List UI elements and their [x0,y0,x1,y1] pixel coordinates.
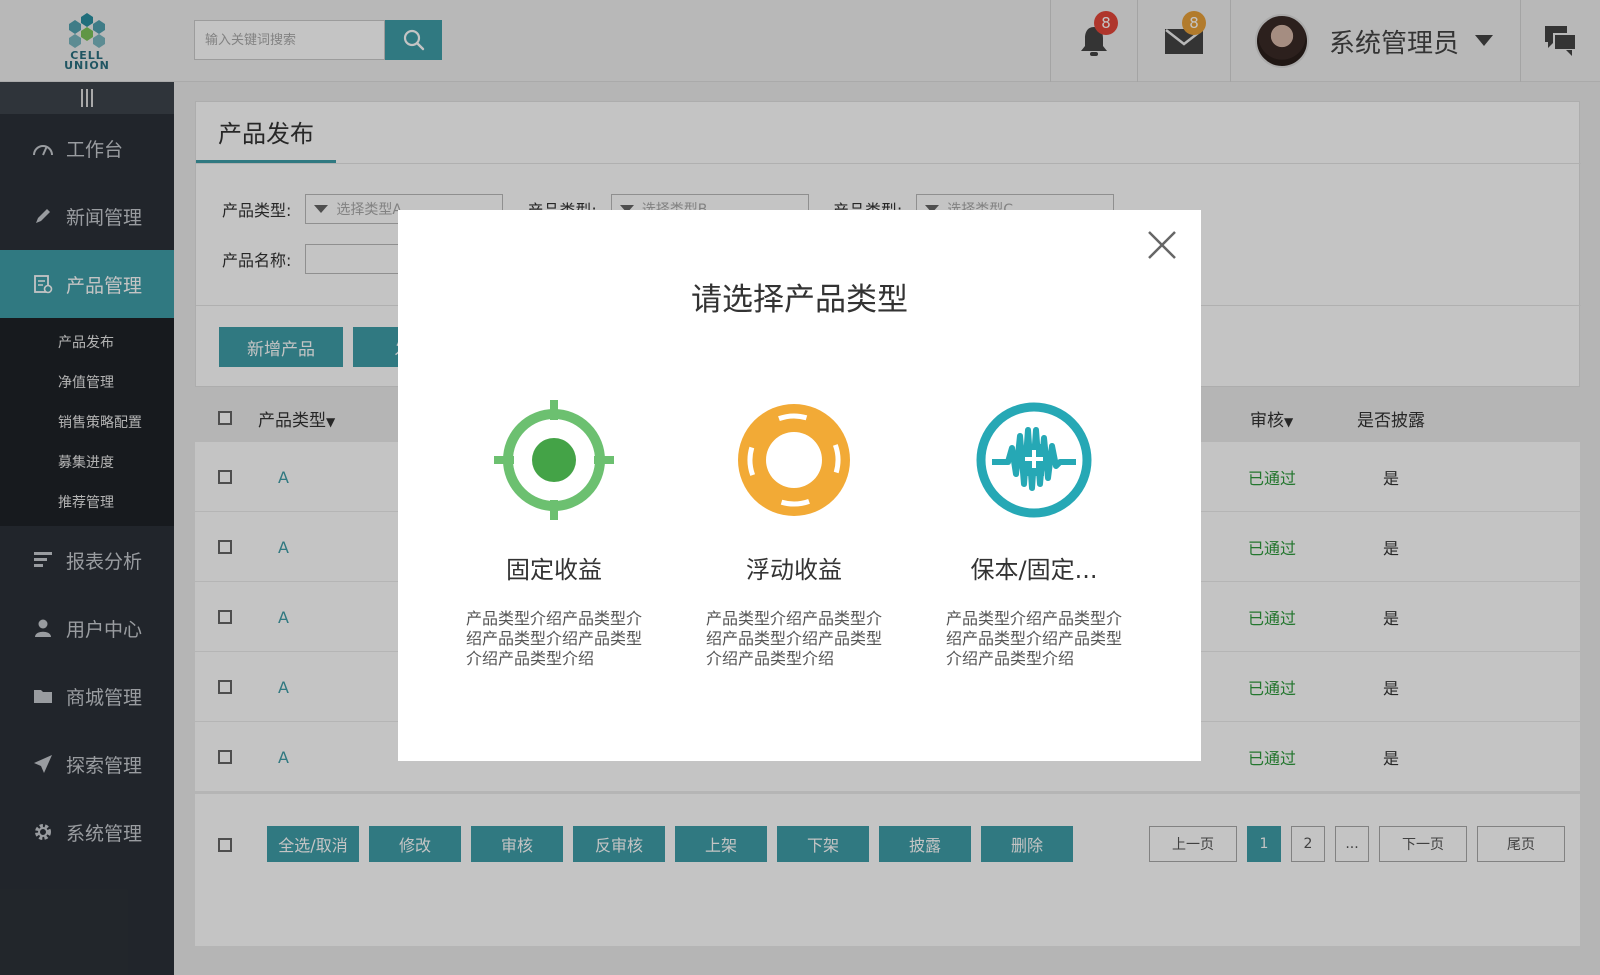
modal-title: 请选择产品类型 [691,282,908,318]
option-name: 固定收益 [506,556,602,584]
close-button[interactable] [1145,228,1179,262]
option-description: 产品类型介绍产品类型介绍产品类型介绍产品类型介绍产品类型介绍 [466,609,643,668]
option-floating-income[interactable]: 浮动收益 产品类型介绍产品类型介绍产品类型介绍产品类型介绍产品类型介绍 [694,400,894,669]
target-icon [494,400,614,520]
product-type-modal: 请选择产品类型 固定收益 产品类型介绍产品类型介绍产品类型介绍产品类型介绍产品类… [398,210,1201,761]
pulse-shield-icon [974,400,1094,520]
close-icon [1148,231,1176,259]
option-name: 保本/固定... [970,556,1098,584]
option-description: 产品类型介绍产品类型介绍产品类型介绍产品类型介绍产品类型介绍 [946,609,1123,668]
option-name: 浮动收益 [746,556,842,584]
option-principal-guaranteed[interactable]: 保本/固定... 产品类型介绍产品类型介绍产品类型介绍产品类型介绍产品类型介绍 [934,400,1134,669]
option-description: 产品类型介绍产品类型介绍产品类型介绍产品类型介绍产品类型介绍 [706,609,883,668]
option-fixed-income[interactable]: 固定收益 产品类型介绍产品类型介绍产品类型介绍产品类型介绍产品类型介绍 [454,400,654,669]
lifebuoy-icon [734,400,854,520]
